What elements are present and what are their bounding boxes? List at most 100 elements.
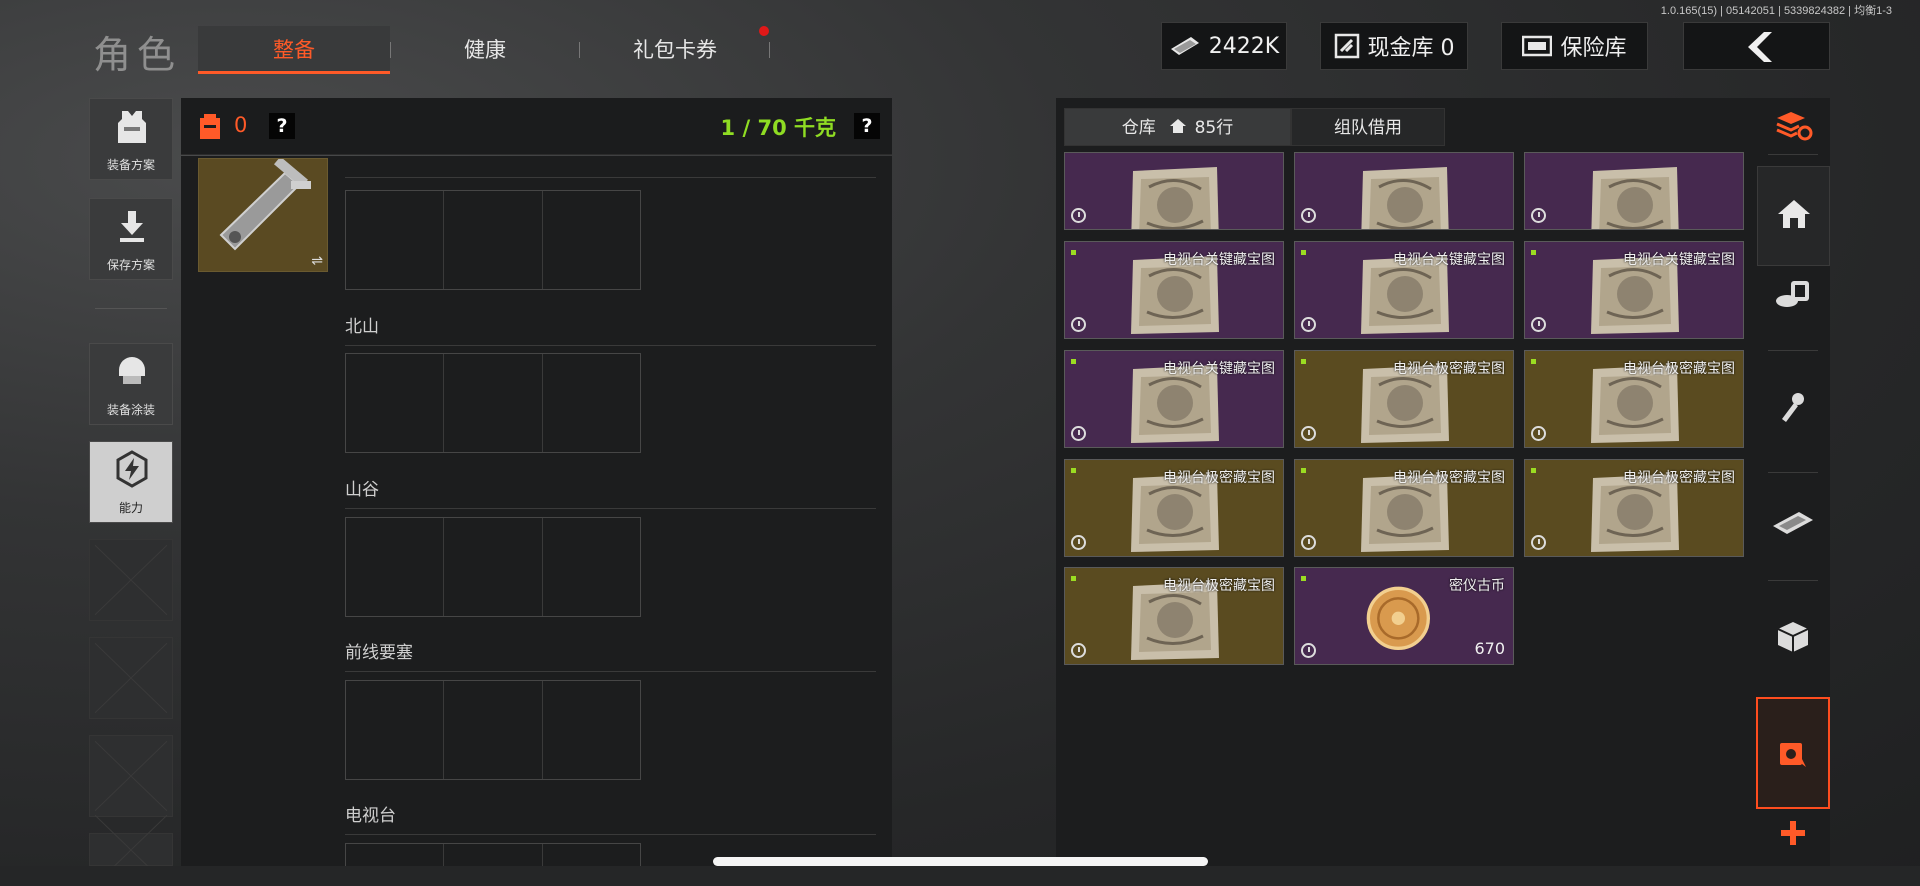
rail-divider [1768,472,1818,473]
item-name: 电视台关键藏宝图 [1163,252,1275,268]
item-name: 密仪古币 [1449,578,1505,594]
storage-item-map[interactable] [1294,152,1514,230]
box-filter-button[interactable] [1756,602,1830,672]
item-name: 电视台关键藏宝图 [1623,252,1735,268]
clock-icon [1071,426,1086,441]
equipment-skin-button[interactable]: 装备涂装 [89,343,173,425]
cash-vault-button[interactable]: 现金库 0 [1320,22,1468,70]
key-slot-row[interactable] [345,843,641,866]
safe-button[interactable]: 保险库 [1501,22,1648,70]
home-icon [1778,200,1810,228]
plus-icon [1781,821,1805,845]
clock-icon [1531,535,1546,550]
key-filter-button[interactable] [1756,372,1830,442]
storage-item-map[interactable]: 电视台关键藏宝图 [1524,241,1744,339]
empty-sidebar-slot [89,539,173,621]
loadout-plan-button[interactable]: 装备方案 [89,98,173,180]
key-slot-row[interactable] [345,517,641,617]
storage-item-map[interactable]: 电视台极密藏宝图 [1294,459,1514,557]
ability-button[interactable]: 能力 [89,441,173,523]
storage-tabs: 仓库 85行 组队借用 [1064,108,1445,146]
rail-divider [1768,580,1818,581]
home-icon [1170,119,1187,133]
tab-loadout[interactable]: 整备 [198,26,390,74]
cash-vault-label: 现金库 0 [1367,36,1455,61]
tab-gift-coupons-label: 礼包卡券 [633,38,717,62]
home-filter-button[interactable] [1757,166,1830,266]
weight-help-button[interactable]: ? [854,113,880,139]
tab-divider [769,42,770,58]
clock-icon [1071,535,1086,550]
key-item-slot[interactable]: ⇌ [198,158,328,272]
rarity-dot [1301,468,1306,473]
save-plan-button[interactable]: 保存方案 [89,198,173,280]
storage-item-map[interactable]: 电视台关键藏宝图 [1064,241,1284,339]
loadout-plan-label: 装备方案 [106,158,155,172]
page-title: 角色 [93,33,182,77]
rail-divider [1768,350,1818,351]
key-slot-row[interactable] [345,680,641,780]
safe-icon [1522,35,1553,57]
tab-divider [390,42,391,58]
item-name: 电视台极密藏宝图 [1393,361,1505,377]
section-label-valley: 山谷 [345,475,876,509]
rail-divider [1768,154,1818,155]
rarity-dot [1301,576,1306,581]
weight-text: 1 / 70 千克 [720,116,836,140]
storage-item-map[interactable]: 电视台关键藏宝图 [1294,241,1514,339]
storage-item-map[interactable]: 电视台极密藏宝图 [1524,459,1744,557]
rarity-dot [1071,468,1076,473]
sidebar-divider [95,308,167,309]
clock-icon [1071,208,1086,223]
download-icon [120,211,144,242]
loadout-header: 0 ? 1 / 70 千克 ? [181,98,892,155]
home-indicator[interactable] [713,857,1208,866]
storage-item-map[interactable]: 电视台极密藏宝图 [1524,350,1744,448]
sort-refresh-button[interactable] [1756,90,1830,160]
tab-team-borrow[interactable]: 组队借用 [1291,108,1445,146]
rarity-dot [1301,359,1306,364]
bottom-bar [0,866,1920,886]
ability-label: 能力 [118,501,143,515]
cash-filter-button[interactable] [1756,488,1830,558]
storage-item-map[interactable]: 电视台极密藏宝图 [1064,459,1284,557]
add-button[interactable] [1776,816,1810,850]
storage-item-map[interactable] [1524,152,1744,230]
back-button[interactable] [1683,22,1830,70]
cash-icon [1170,37,1199,55]
clock-icon [1301,426,1316,441]
storage-item-map[interactable]: 电视台极密藏宝图 [1294,350,1514,448]
tab-warehouse[interactable]: 仓库 85行 [1064,108,1291,146]
clock-icon [1531,317,1546,332]
box-icon [1777,622,1809,652]
coins-icon [1776,281,1809,307]
vest-icon [118,111,146,143]
key-slot-row[interactable] [345,190,641,290]
rarity-dot [1071,576,1076,581]
storage-item-map[interactable] [1064,152,1284,230]
safe-label: 保险库 [1560,36,1627,61]
storage-item-map[interactable]: 电视台极密藏宝图 [1064,567,1284,665]
section-label-beishan: 北山 [345,312,876,346]
chevron-left-icon [1748,32,1772,62]
tab-divider [579,42,580,58]
currency-display[interactable]: 2422K [1161,22,1287,70]
notification-dot [759,26,769,36]
storage-item-coin[interactable]: 密仪古币 670 [1294,567,1514,665]
storage-item-map[interactable]: 电视台关键藏宝图 [1064,350,1284,448]
help-button[interactable]: ? [269,113,295,139]
key-slot-row[interactable] [345,353,641,453]
clock-icon [1301,643,1316,658]
safe-box-filter-button[interactable] [1756,697,1830,809]
tab-health[interactable]: 健康 [410,26,560,74]
backpack-icon [200,114,220,139]
ancient-coin-icon [1366,586,1430,650]
tab-health-label: 健康 [464,38,506,62]
coins-filter-button[interactable] [1756,258,1830,328]
tab-gift-coupons[interactable]: 礼包卡券 [600,26,750,74]
equipment-skin-label: 装备涂装 [106,403,155,417]
swap-icon[interactable]: ⇌ [311,253,323,269]
clock-icon [1301,535,1316,550]
item-name: 电视台极密藏宝图 [1393,470,1505,486]
clock-icon [1071,643,1086,658]
